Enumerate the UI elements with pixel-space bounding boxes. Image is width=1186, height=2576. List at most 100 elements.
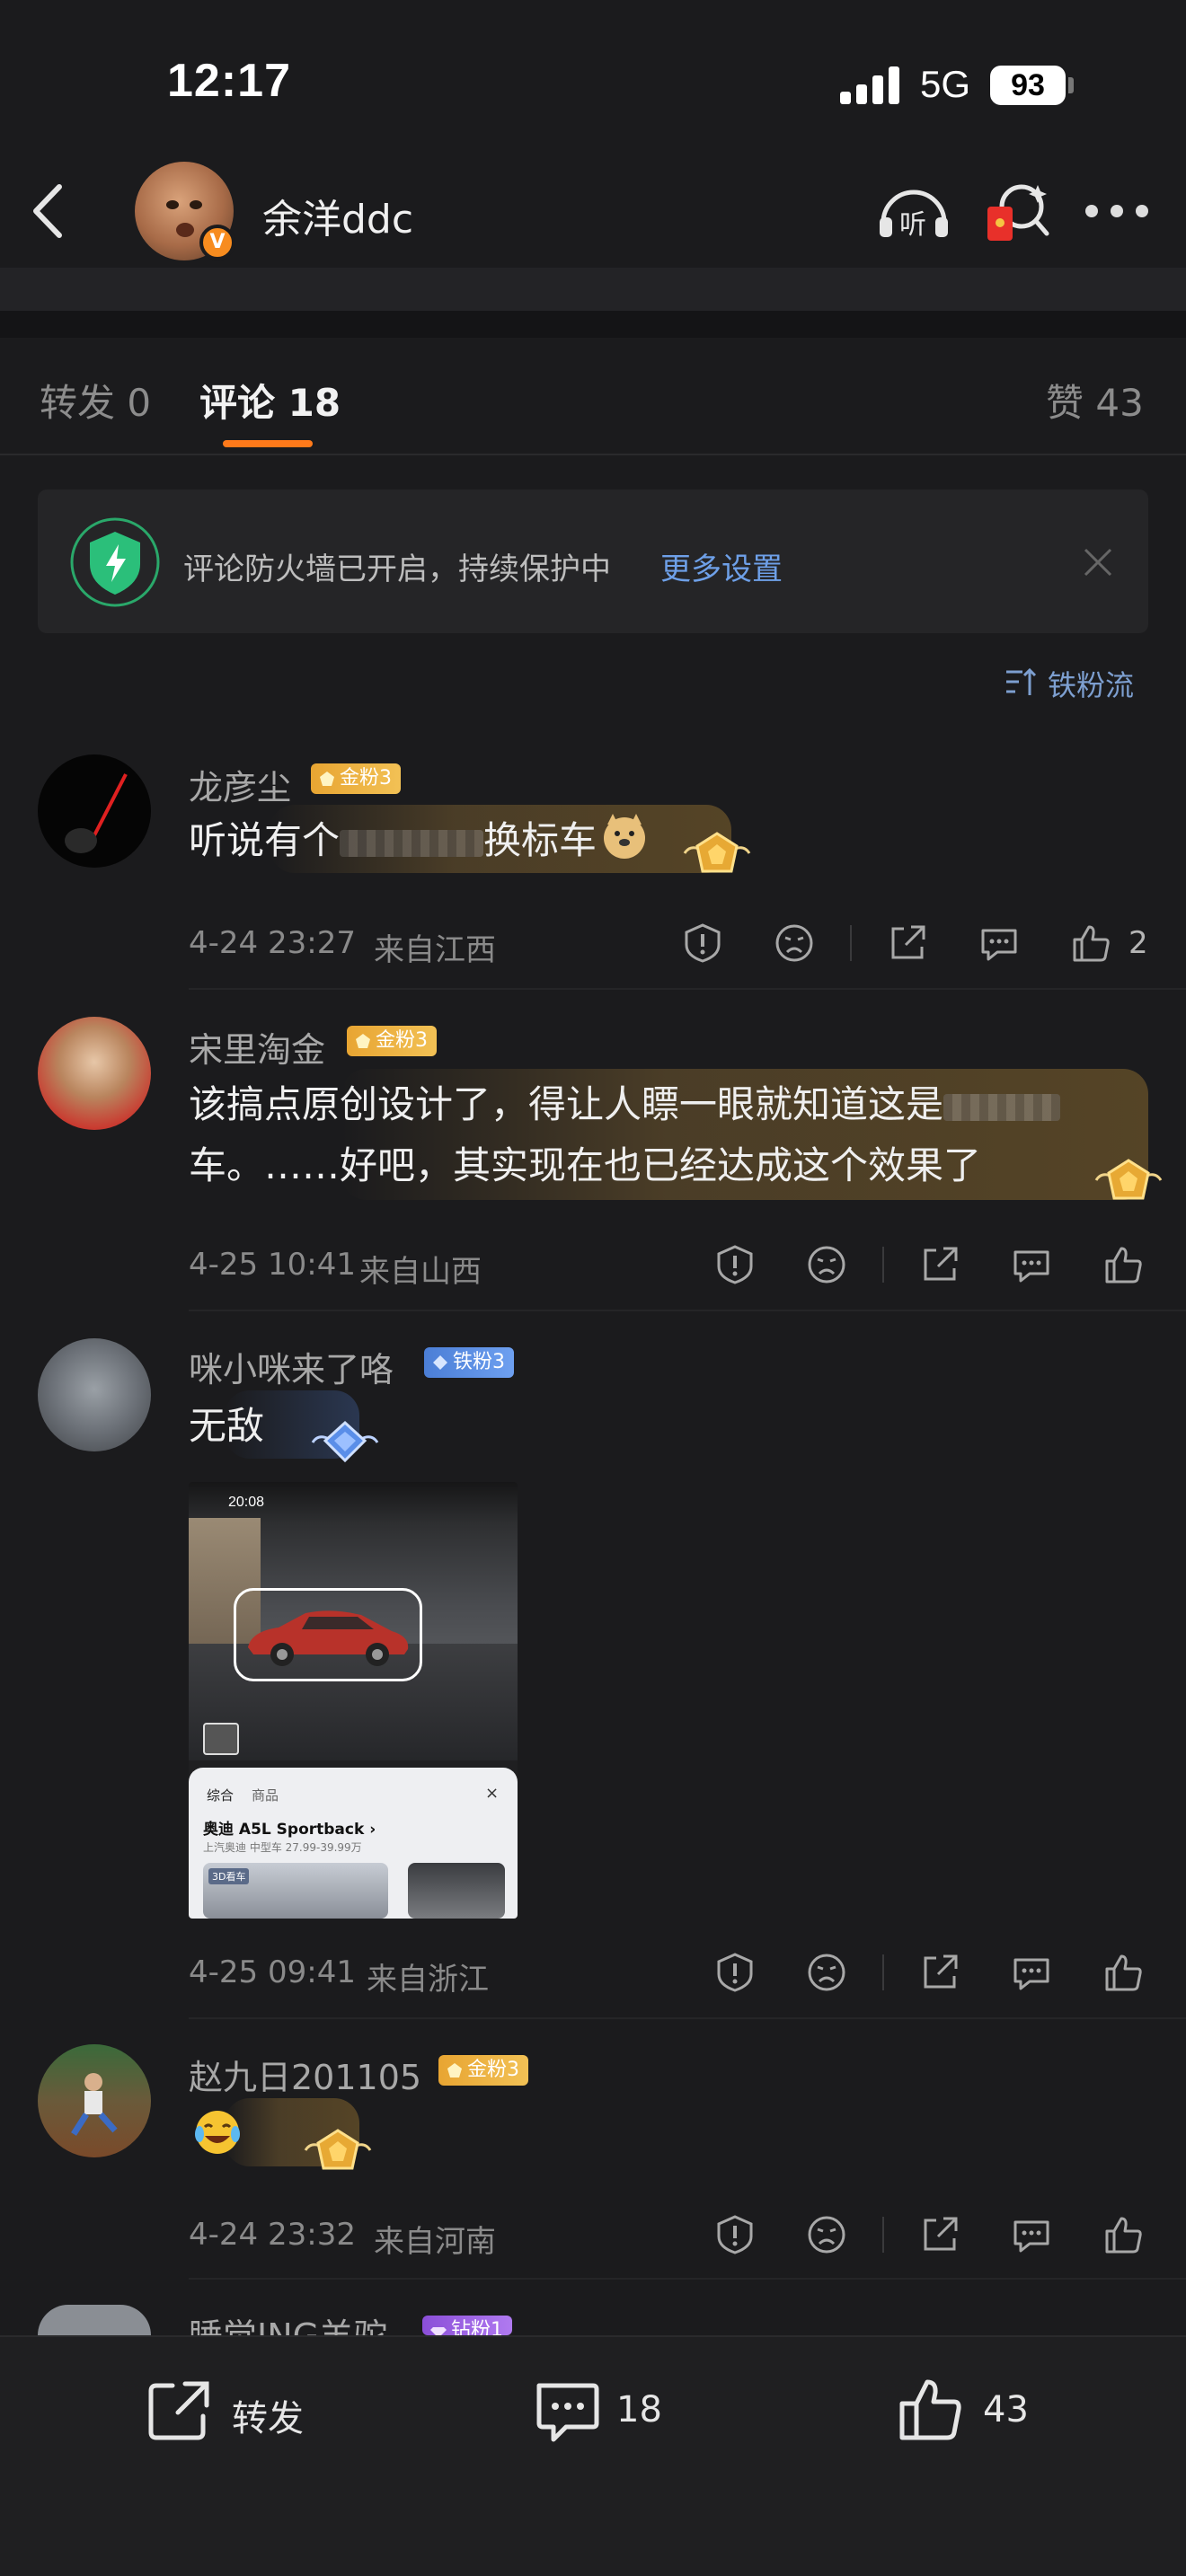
comment-button[interactable]: 18 (530, 2371, 728, 2452)
comment-username[interactable]: 睡觉ING羊驼 (189, 2308, 387, 2335)
tab-comments[interactable]: 评论 18 (199, 373, 341, 428)
comment-text: 该搞点原创设计了，得让人瞟一眼就知道这是 车。……好吧，其实现在也已经达成这个效… (189, 1074, 1123, 1196)
battery-icon: 93 (990, 66, 1066, 105)
diamond-fan-icon (430, 2327, 447, 2335)
image-car-title: 奥迪 A5L Sportback › (203, 1821, 376, 1839)
like-count: 2 (1128, 925, 1148, 961)
comment-text: 听说有个 换标车 (189, 818, 597, 862)
comment-username[interactable]: 宋里淘金 (189, 1022, 325, 1072)
verified-badge: V (199, 225, 235, 260)
comment-avatar[interactable] (38, 1017, 151, 1130)
active-tab-indicator (223, 440, 313, 447)
comment-date: 4-25 10:41 (189, 1247, 356, 1283)
report-icon[interactable] (681, 922, 724, 965)
image-tab-all: 综合 (207, 1787, 235, 1804)
reply-icon[interactable] (1010, 1243, 1053, 1286)
close-icon[interactable] (1080, 544, 1116, 580)
doge-emoji-icon (604, 814, 645, 859)
dislike-face-icon[interactable] (805, 1243, 848, 1286)
image-car-subtitle: 上汽奥迪 中型车 27.99-39.99万 (203, 1841, 362, 1854)
like-icon[interactable] (1102, 1951, 1145, 1994)
like-button[interactable]: 43 (895, 2371, 1093, 2452)
report-icon[interactable] (713, 1243, 757, 1286)
like-icon (899, 2379, 961, 2440)
author-name[interactable]: 余洋ddc (262, 187, 413, 244)
reply-icon[interactable] (978, 922, 1021, 965)
share-icon[interactable] (918, 2213, 961, 2256)
report-icon[interactable] (713, 2213, 757, 2256)
image-close-icon: × (485, 1784, 500, 1803)
row-divider (189, 2278, 1186, 2280)
comment-icon (536, 2383, 599, 2442)
red-packet-search-icon[interactable] (984, 180, 1052, 246)
report-icon[interactable] (713, 1951, 757, 1994)
comment-avatar[interactable] (38, 2044, 151, 2157)
image-thumbnail (203, 1723, 239, 1755)
comment-location: 来自江西 (374, 932, 496, 968)
comment-avatar[interactable] (38, 754, 151, 868)
repost-label: 转发 (232, 2398, 304, 2439)
network-type: 5G (920, 63, 971, 105)
reply-icon[interactable] (1010, 2213, 1053, 2256)
gold-medal-icon (683, 832, 751, 873)
shield-icon (70, 517, 160, 607)
gold-fan-icon (447, 2063, 462, 2078)
image-status-time: 20:08 (228, 1495, 265, 1510)
fan-badge: 铁粉3 (424, 1347, 514, 1378)
image-tab-goods: 商品 (252, 1787, 279, 1804)
mosaic-redaction (340, 829, 484, 857)
comment-location: 来自山西 (359, 1254, 482, 1290)
diamond-medal-icon (311, 1420, 379, 1463)
comment-username[interactable]: 龙彦尘 (189, 760, 291, 809)
share-icon[interactable] (886, 922, 929, 965)
header-divider (0, 268, 1186, 311)
like-icon[interactable] (1102, 2213, 1145, 2256)
fan-badge: 金粉3 (311, 763, 401, 794)
iron-fan-icon (433, 1355, 447, 1370)
dislike-face-icon[interactable] (805, 2213, 848, 2256)
action-separator (850, 925, 852, 961)
fan-badge: 钻粉1 (422, 2316, 512, 2335)
dislike-face-icon[interactable] (805, 1951, 848, 1994)
listen-label: 听 (899, 209, 926, 241)
comment-date: 4-24 23:32 (189, 2217, 356, 2253)
back-icon[interactable] (27, 180, 72, 243)
row-divider (189, 988, 1186, 990)
share-icon[interactable] (918, 1951, 961, 1994)
mosaic-redaction (943, 1093, 1061, 1121)
tab-likes[interactable]: 赞 43 (1046, 373, 1144, 428)
share-icon[interactable] (918, 1243, 961, 1286)
comment-avatar[interactable] (38, 2305, 151, 2335)
like-icon[interactable] (1069, 922, 1112, 965)
dislike-face-icon[interactable] (773, 922, 816, 965)
comment-username[interactable]: 咪小咪来了咯 (189, 1342, 394, 1391)
comment-username[interactable]: 赵九日201105 (189, 2050, 421, 2099)
more-icon[interactable] (1085, 205, 1148, 219)
gold-medal-icon (1094, 1159, 1163, 1200)
action-separator (882, 1247, 884, 1283)
comment-location: 来自浙江 (367, 1962, 489, 1998)
reply-icon[interactable] (1010, 1951, 1053, 1994)
comment-avatar[interactable] (38, 1338, 151, 1451)
section-gap (0, 311, 1186, 338)
fan-badge-label: 金粉3 (340, 767, 392, 790)
listen-icon[interactable]: 听 (876, 180, 951, 243)
firewall-settings-link[interactable]: 更多设置 (660, 544, 783, 588)
image-card-interior (408, 1863, 505, 1919)
fan-badge-label: 钻粉1 (451, 2319, 503, 2335)
tab-repost[interactable]: 转发 0 (40, 373, 151, 428)
fan-badge: 金粉3 (438, 2055, 528, 2086)
comment-location: 来自河南 (374, 2224, 496, 2260)
fan-badge-label: 金粉3 (467, 2059, 519, 2081)
repost-icon (148, 2381, 209, 2440)
action-separator (882, 2217, 884, 2253)
comment-image[interactable]: 20:08 综合 商品 × 奥迪 A5L Sportback › 上汽奥迪 中型… (189, 1482, 518, 1919)
fan-badge: 金粉3 (347, 1026, 437, 1056)
sort-icon[interactable] (1005, 666, 1039, 699)
sort-label[interactable]: 铁粉流 (1048, 663, 1134, 704)
like-icon[interactable] (1102, 1243, 1145, 1286)
comment-count: 18 (616, 2389, 662, 2430)
like-count: 43 (983, 2389, 1029, 2430)
comment-date: 4-24 23:27 (189, 925, 356, 961)
repost-button[interactable]: 转发 (144, 2371, 368, 2452)
